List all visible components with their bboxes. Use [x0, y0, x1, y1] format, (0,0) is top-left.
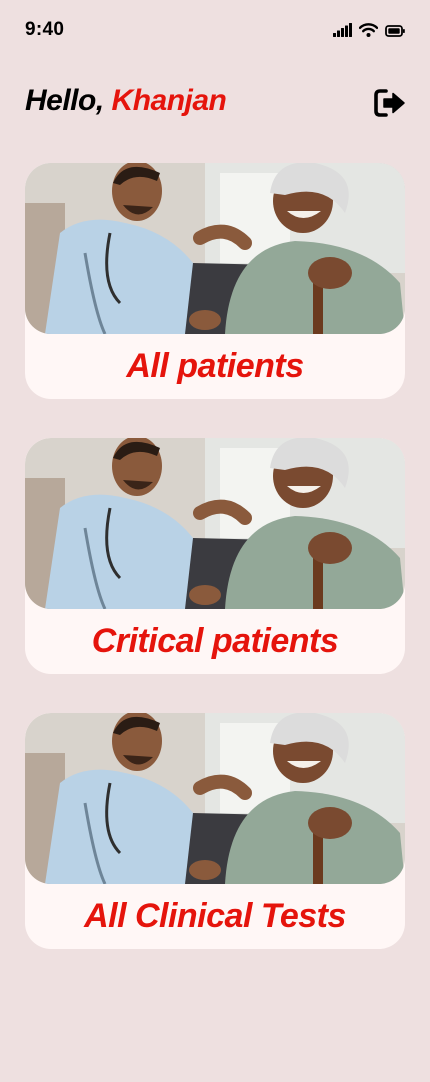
- card-label: All patients: [126, 347, 304, 385]
- all-clinical-tests-card[interactable]: All Clinical Tests: [25, 713, 405, 949]
- logout-button[interactable]: [372, 88, 408, 122]
- cellular-signal-icon: [333, 23, 352, 42]
- doctor-patient-photo: [25, 713, 405, 884]
- user-name: Khanjan: [111, 84, 227, 117]
- logout-icon: [373, 88, 407, 123]
- status-icons: [333, 23, 405, 42]
- wifi-icon: [358, 23, 379, 42]
- battery-icon: [385, 24, 405, 42]
- home-screen: 9:40 Hello, Khanjan All patients Critica…: [0, 0, 430, 1082]
- greeting-heading: Hello, Khanjan: [25, 84, 227, 118]
- critical-patients-card[interactable]: Critical patients: [25, 438, 405, 674]
- all-patients-card[interactable]: All patients: [25, 163, 405, 399]
- card-label: Critical patients: [91, 622, 339, 660]
- status-bar: 9:40: [0, 0, 430, 60]
- doctor-patient-photo: [25, 438, 405, 609]
- status-time: 9:40: [25, 19, 65, 40]
- greeting-text: Hello,: [25, 84, 104, 117]
- card-label: All Clinical Tests: [84, 897, 346, 935]
- doctor-patient-photo: [25, 163, 405, 334]
